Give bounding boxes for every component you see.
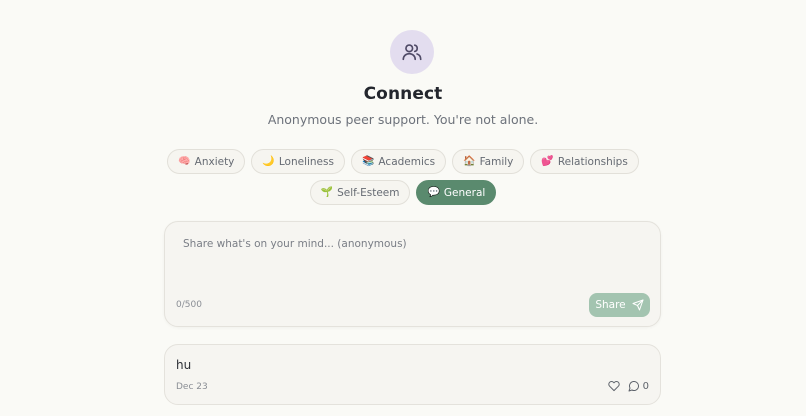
chip-relationships[interactable]: 💕 Relationships	[530, 149, 639, 174]
post-actions: 0	[607, 380, 649, 392]
send-icon	[632, 299, 644, 311]
page-subtitle: Anonymous peer support. You're not alone…	[267, 112, 539, 127]
chip-family[interactable]: 🏠 Family	[452, 149, 525, 174]
hearts-icon: 💕	[541, 155, 554, 167]
chip-loneliness[interactable]: 🌙 Loneliness	[251, 149, 345, 174]
like-button[interactable]	[607, 380, 620, 392]
category-filter-row: 🧠 Anxiety 🌙 Loneliness 📚 Academics 🏠 Fam…	[0, 149, 806, 174]
users-icon	[390, 30, 434, 74]
chip-label: Academics	[378, 155, 436, 168]
seedling-icon: 🌱	[320, 186, 334, 198]
brain-icon: 🧠	[178, 155, 191, 167]
chip-label: General	[443, 186, 486, 199]
comment-button[interactable]: 0	[628, 380, 649, 392]
comment-icon	[628, 381, 639, 392]
category-filter-row-2: 🌱 Self-Esteem 💬 General	[0, 180, 806, 205]
chip-label: Anxiety	[194, 155, 235, 168]
comment-count: 0	[642, 380, 649, 392]
chip-general[interactable]: 💬 General	[416, 180, 497, 205]
page-title: Connect	[363, 84, 443, 104]
post-text: hu	[176, 358, 192, 372]
chip-label: Self-Esteem	[337, 186, 400, 199]
post-card: hu Dec 23 0	[164, 344, 661, 405]
post-date: Dec 23	[176, 382, 208, 392]
chip-label: Relationships	[557, 155, 628, 168]
character-counter: 0/500	[176, 300, 202, 310]
books-icon: 📚	[361, 155, 375, 167]
chip-self-esteem[interactable]: 🌱 Self-Esteem	[309, 180, 411, 205]
moon-icon: 🌙	[262, 155, 275, 167]
share-button-label: Share	[595, 299, 626, 311]
chip-anxiety[interactable]: 🧠 Anxiety	[167, 149, 246, 174]
share-button[interactable]: Share	[589, 293, 650, 317]
share-textarea[interactable]	[175, 234, 651, 290]
post-composer: 0/500 Share	[164, 221, 661, 327]
heart-icon	[607, 380, 620, 392]
speech-bubble-icon: 💬	[427, 186, 440, 198]
house-icon: 🏠	[463, 155, 476, 167]
chip-academics[interactable]: 📚 Academics	[350, 149, 447, 174]
chip-label: Loneliness	[278, 155, 334, 168]
chip-label: Family	[479, 155, 514, 168]
